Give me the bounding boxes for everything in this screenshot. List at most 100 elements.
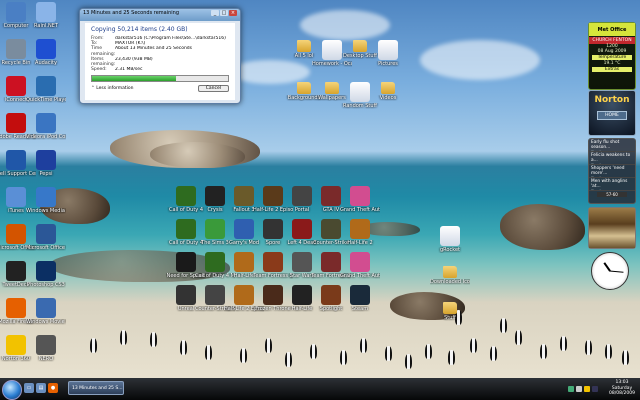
- penguin: [150, 332, 157, 347]
- dialog-titlebar[interactable]: 13 Minutes and 25 Seconds remaining _ □ ×: [80, 9, 240, 21]
- game-icon: [234, 186, 254, 206]
- folder-icon: [443, 302, 457, 314]
- desktop-icon[interactable]: Microsoft Office Word: [26, 224, 66, 251]
- temperature-label: Temperature: [592, 55, 632, 60]
- slideshow-gadget[interactable]: [588, 207, 636, 249]
- desktop-icon[interactable]: Pictures: [368, 40, 408, 67]
- desktop-icon-label: Grand Theft Auto: [340, 207, 380, 213]
- game-icon: [234, 252, 254, 272]
- game-icon: [321, 186, 341, 206]
- penguin: [240, 348, 247, 363]
- desktop-icon[interactable]: Pepsi: [26, 150, 66, 177]
- news-item[interactable]: Men with anglins 'at... The Age: [589, 178, 635, 191]
- tray-steam-icon[interactable]: [592, 386, 598, 392]
- desktop-icon[interactable]: Steam: [340, 285, 380, 312]
- penguin: [310, 344, 317, 359]
- tray-network-icon[interactable]: [568, 386, 574, 392]
- desktop-icon[interactable]: Photoshop CS3: [26, 261, 66, 288]
- game-icon: [292, 285, 312, 305]
- cancel-button[interactable]: Cancel: [197, 85, 229, 93]
- news-item[interactable]: Early flu shot season... The Age: [589, 139, 635, 152]
- news-item[interactable]: Shoppers 'need more'... The Age: [589, 165, 635, 178]
- desktop-icon[interactable]: Videos: [368, 82, 408, 101]
- game-icon: [234, 285, 254, 305]
- recycle-bin-icon: [6, 39, 26, 59]
- news-headline: Felicia weakens to a...: [591, 153, 631, 163]
- maximize-button[interactable]: □: [220, 10, 228, 16]
- desktop-icon-label: QuickTime Player: [26, 97, 66, 103]
- penguin: [605, 344, 612, 359]
- desktop-icon[interactable]: Half-Life 2: [340, 219, 380, 246]
- time-remaining-value: About 13 Minutes and 25 Seconds: [115, 46, 192, 52]
- game-icon: [263, 285, 283, 305]
- close-button[interactable]: ×: [229, 10, 237, 16]
- desktop-icon-label: Pictures: [378, 61, 398, 67]
- tray-volume-icon[interactable]: [576, 386, 582, 392]
- met-office-logo: Met Office: [589, 23, 635, 36]
- desktop-icon[interactable]: Audacity: [26, 39, 66, 66]
- desktop-icon[interactable]: Videora iPod Converter: [26, 113, 66, 140]
- game-icon: [234, 219, 254, 239]
- weather-date: 08 Aug 2009: [597, 49, 627, 54]
- folder-icon: [443, 266, 457, 278]
- penguin: [285, 352, 292, 367]
- penguin: [585, 340, 592, 355]
- desktop-icon[interactable]: Rainl.NET: [26, 2, 66, 29]
- start-button[interactable]: [2, 380, 22, 400]
- file-icon: [322, 40, 342, 60]
- game-icon: [350, 285, 370, 305]
- desktop-icon-label: Videora iPod Converter: [26, 134, 66, 140]
- game-icon: [205, 252, 225, 272]
- copy-progress-dialog[interactable]: 13 Minutes and 25 Seconds remaining _ □ × …: [79, 8, 241, 104]
- browser-icon[interactable]: ●: [48, 383, 58, 393]
- desktop-background: Computer Rainl.NET Recycle Bin Audacity iCon…: [0, 0, 640, 378]
- news-pager[interactable]: 57-60: [597, 192, 627, 197]
- taskbar-clock[interactable]: 13:03 Saturday 08/08/2009: [605, 380, 639, 397]
- cloud: [420, 40, 540, 80]
- desktop-icon[interactable]: Grand Theft Auto: [340, 186, 380, 213]
- extras-button[interactable]: Extras: [592, 67, 632, 72]
- cloud: [300, 10, 390, 40]
- show-desktop-icon[interactable]: ▭: [24, 383, 34, 393]
- norton-home-button[interactable]: HOME: [597, 111, 627, 120]
- photoshop-icon: [36, 261, 56, 281]
- app-icon: [36, 2, 56, 22]
- game-icon: [176, 285, 196, 305]
- game-icon: [321, 219, 341, 239]
- weather-gadget[interactable]: Met Office CHURCH FENTON 1200 08 Aug 200…: [588, 22, 636, 90]
- news-headline: Men with anglins 'at...: [591, 179, 628, 189]
- file-icon: [350, 82, 370, 102]
- desktop-icon[interactable]: Windows Media Player: [26, 187, 66, 214]
- desktop-icon[interactable]: Stuff: [430, 302, 470, 321]
- desktop-icon[interactable]: Windows Movie Maker: [26, 298, 66, 325]
- desktop-icon-label: gRocket: [440, 247, 460, 253]
- penguin: [490, 346, 497, 361]
- game-icon: [205, 285, 225, 305]
- game-icon: [263, 252, 283, 272]
- news-item[interactable]: Felicia weakens to a... The Age: [589, 152, 635, 165]
- desktop-icon[interactable]: Downloaded Icons: [430, 266, 470, 285]
- norton-gadget[interactable]: Norton HOME: [588, 90, 636, 136]
- desktop-icon[interactable]: NERO: [26, 335, 66, 362]
- less-information-toggle[interactable]: ⌃ Less information: [91, 86, 134, 91]
- desktop-icon[interactable]: gRocket: [430, 226, 470, 253]
- dialog-title: 13 Minutes and 25 Seconds remaining: [83, 10, 180, 16]
- news-headlines-gadget[interactable]: Early flu shot season... The Age Felicia w…: [588, 138, 636, 204]
- tray-norton-icon[interactable]: [584, 386, 590, 392]
- switch-windows-icon[interactable]: ▤: [36, 383, 46, 393]
- penguin: [90, 338, 97, 353]
- copy-heading: Copying 50,214 items (2.40 GB): [91, 26, 188, 33]
- media-player-icon: [36, 187, 56, 207]
- desktop-icon-label: Audacity: [35, 60, 57, 66]
- minimize-button[interactable]: _: [211, 10, 219, 16]
- desktop-icon-label: Half-Life 2: [347, 240, 373, 246]
- copy-progress-bar: [91, 75, 229, 83]
- desktop-icon-label: Downloaded Icons: [430, 279, 470, 285]
- taskbar-copy-task-button[interactable]: 13 Minutes and 25 S...: [68, 381, 124, 395]
- desktop-icon-label: Microsoft Office Word: [26, 245, 66, 251]
- penguin: [405, 354, 412, 369]
- desktop-icon[interactable]: QuickTime Player: [26, 76, 66, 103]
- desktop-icon[interactable]: Grand Theft Auto San An...: [340, 252, 380, 279]
- clock-gadget[interactable]: [591, 252, 629, 290]
- news-headline: Shoppers 'need more'...: [591, 166, 625, 176]
